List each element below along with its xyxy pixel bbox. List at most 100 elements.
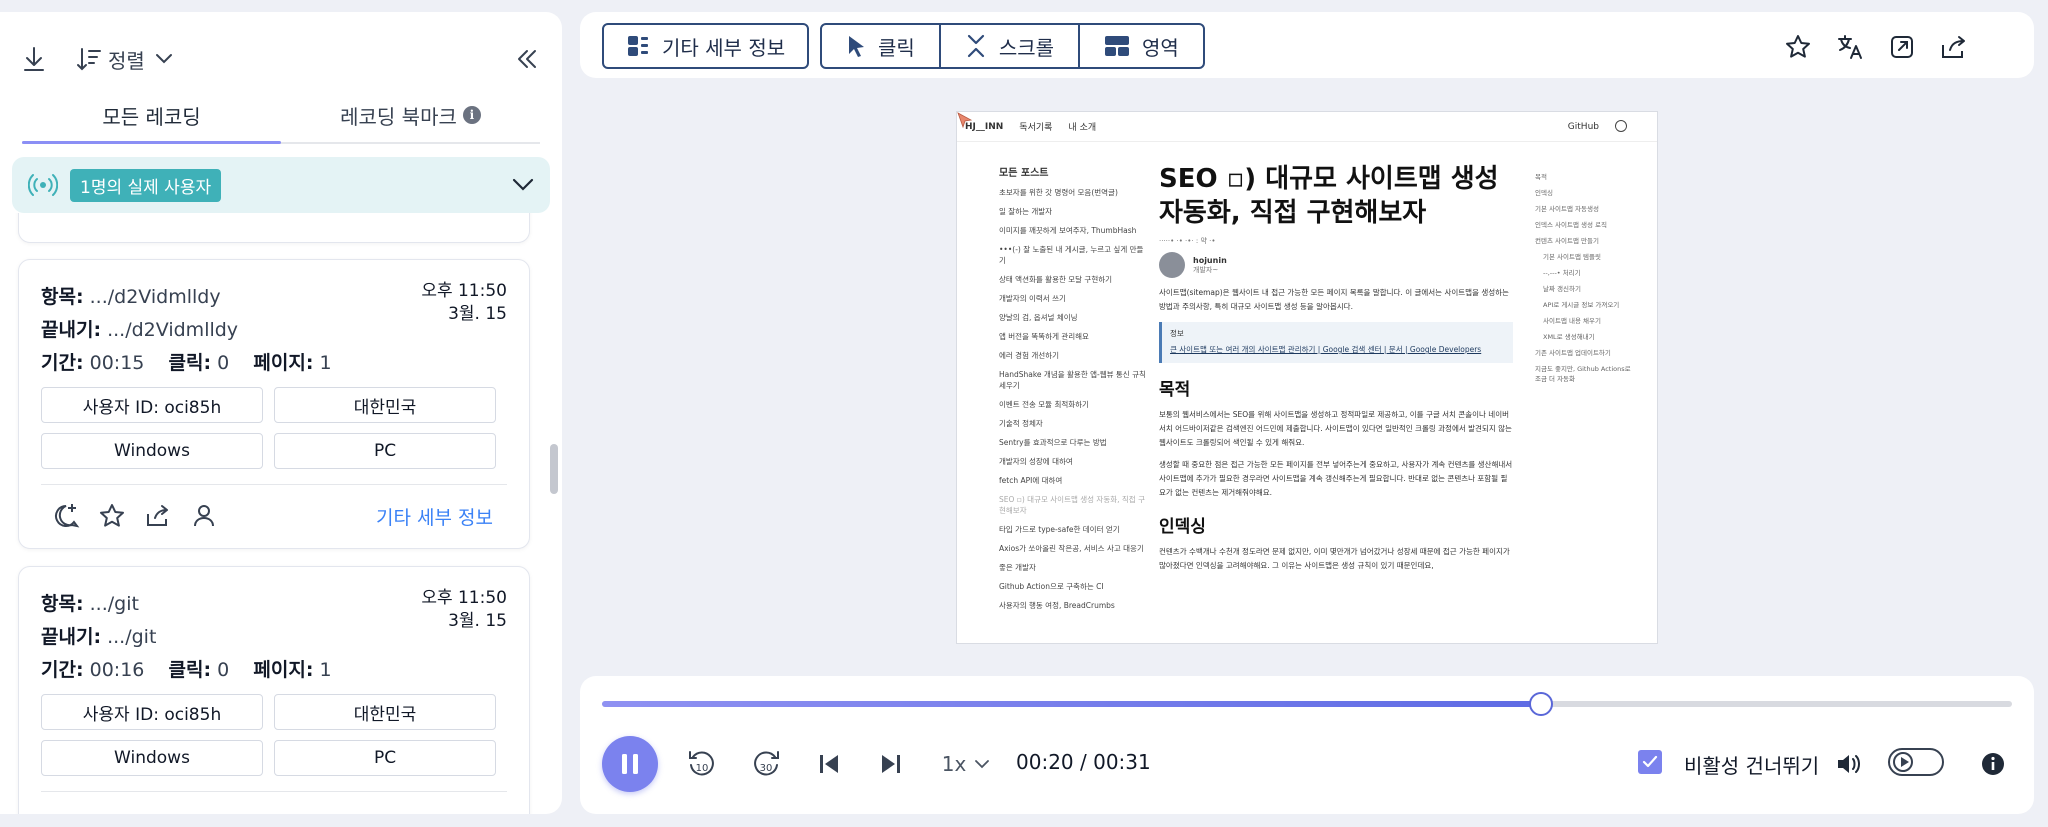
preview-post-item[interactable]: 양날의 검, 옵셔널 체이닝 [999, 312, 1149, 323]
star-icon[interactable] [1784, 33, 1812, 61]
preview-toc-item[interactable]: 지금도 좋지만, Github Actions로 조금 더 자동화 [1535, 364, 1635, 384]
volume-button[interactable] [1834, 748, 1864, 780]
preview-post-item[interactable]: 에러 경험 개선하기 [999, 350, 1149, 361]
preview-post-item[interactable]: 좋은 개발자 [999, 562, 1149, 573]
preview-post-item[interactable]: 이벤트 전송 모듈 최적화하기 [999, 399, 1149, 410]
entry-value: .../git [89, 593, 139, 615]
scroll-mode-button[interactable]: 스크롤 [938, 25, 1078, 67]
check-icon [1642, 755, 1658, 768]
user-id-chip[interactable]: 사용자 ID: oci85h [41, 387, 263, 423]
live-users-bar[interactable]: 1명의 실제 사용자 [12, 157, 550, 213]
rewind-10-button[interactable]: 10 [684, 748, 720, 780]
area-mode-button[interactable]: 영역 [1078, 25, 1203, 67]
recording-date: 3월. 15 [448, 611, 507, 631]
preview-toc-item[interactable]: 날짜 갱신하기 [1535, 284, 1635, 294]
preview-post-item[interactable]: 개발자의 이력서 쓰기 [999, 293, 1149, 304]
preview-post-item[interactable]: HandShake 개념을 활용한 앱-웹뷰 통신 규칙 세우기 [999, 369, 1149, 391]
preview-toc-item[interactable]: 목적 [1535, 172, 1635, 182]
preview-post-item[interactable]: 이미지를 깨끗하게 보여주자, ThumbHash [999, 225, 1149, 236]
os-chip[interactable]: Windows [41, 433, 263, 469]
device-chip[interactable]: PC [274, 433, 496, 469]
preview-post-item[interactable]: 기술적 정체자 [999, 418, 1149, 429]
collapse-panel-icon[interactable] [516, 44, 538, 74]
session-replay-viewport[interactable]: HJ__INN 독서기록 내 소개 GitHub 모든 포스트 초보자를 위한 … [956, 111, 1658, 644]
preview-info-link[interactable]: 큰 사이트맵 또는 여러 개의 사이트맵 관리하기 | Google 검색 센터… [1170, 343, 1505, 357]
preview-toc-item[interactable]: 사이트맵 내용 채우기 [1535, 316, 1635, 326]
user-icon[interactable] [189, 501, 219, 531]
os-chip[interactable]: Windows [41, 740, 263, 776]
share-icon[interactable] [1940, 33, 1968, 61]
open-external-icon[interactable] [1888, 33, 1916, 61]
star-icon[interactable] [97, 501, 127, 531]
forward-30-button[interactable]: 30 [748, 748, 784, 780]
country-chip[interactable]: 대한민국 [274, 387, 496, 423]
click-mode-button[interactable]: 클릭 [822, 25, 939, 67]
note-add-icon[interactable] [51, 501, 81, 531]
preview-toc-item[interactable]: --,---• 처리기 [1535, 268, 1635, 278]
progress-track[interactable] [602, 692, 2012, 716]
info-icon[interactable]: i [462, 106, 481, 124]
svg-text:30: 30 [760, 763, 773, 774]
recording-timestamp: 오후 11:50 3월. 15 [421, 587, 507, 633]
recordings-list[interactable]: 항목: .../d2Vidmlldy 끝내기: .../d2Vidmlldy 기… [0, 213, 562, 814]
preview-post-item[interactable]: Github Action으로 구축하는 CI [999, 581, 1149, 592]
preview-post-item[interactable]: Axios가 쏘아올린 작은공, 서비스 사고 대응기 [999, 543, 1149, 554]
theme-toggle-icon[interactable] [1615, 120, 1627, 132]
device-chip[interactable]: PC [274, 740, 496, 776]
pages-value: 1 [319, 659, 332, 681]
preview-toc-item[interactable]: 기존 사이트맵 업데이트하기 [1535, 348, 1635, 358]
preview-nav-about[interactable]: 내 소개 [1068, 120, 1096, 133]
other-details-button[interactable]: 기타 세부 정보 [602, 23, 810, 69]
recording-card[interactable]: 항목: .../git 끝내기: .../git 기간: 00:16 클릭: 0… [18, 566, 530, 814]
preview-nav-reading[interactable]: 독서기록 [1019, 120, 1052, 133]
preview-post-item[interactable]: 일 잘하는 개발자 [999, 206, 1149, 217]
replay-cursor-icon [957, 112, 973, 129]
other-details-label: 기타 세부 정보 [662, 35, 786, 60]
share-icon[interactable] [143, 501, 173, 531]
more-details-link[interactable]: 기타 세부 정보 [376, 503, 493, 530]
preview-navbar: HJ__INN 독서기록 내 소개 GitHub [957, 112, 1657, 142]
list-scrollbar[interactable] [550, 444, 558, 494]
preview-toc-item[interactable]: 인덱스 사이트맵 생성 로직 [1535, 220, 1635, 230]
preview-post-item[interactable]: 타입 가드로 type-safe한 데이터 얻기 [999, 524, 1149, 535]
preview-post-item[interactable]: Sentry를 효과적으로 다루는 방법 [999, 437, 1149, 448]
preview-toc-item[interactable]: 인덱싱 [1535, 188, 1635, 198]
speed-select[interactable]: 1x [938, 748, 994, 780]
next-button[interactable] [874, 748, 908, 780]
duration-value: 00:15 [89, 352, 145, 374]
preview-nav-github[interactable]: GitHub [1568, 122, 1599, 132]
preview-toc-item[interactable]: 기본 사이트맵 템플릿 [1535, 252, 1635, 262]
preview-post-item[interactable]: fetch API에 대하여 [999, 475, 1149, 486]
preview-toc-item[interactable]: API로 게시글 정보 가져오기 [1535, 300, 1635, 310]
preview-post-item[interactable]: 앱 버전을 똑똑하게 관리해요 [999, 331, 1149, 342]
recording-card[interactable] [18, 213, 530, 243]
preview-post-item[interactable]: 사용자의 행동 여정, BreadCrumbs [999, 600, 1149, 611]
svg-text:10: 10 [696, 763, 709, 774]
sort-button[interactable]: 정렬 [76, 44, 173, 74]
tab-all-recordings[interactable]: 모든 레코딩 [22, 88, 281, 144]
preview-post-item[interactable]: 개발자의 성장에 대하여 [999, 456, 1149, 467]
preview-toc-item[interactable]: XML로 생성해내기 [1535, 332, 1635, 342]
preview-post-item[interactable]: 초보자를 위한 갓 명령어 모음(번역글) [999, 187, 1149, 198]
duration-value: 00:16 [89, 659, 145, 681]
country-chip[interactable]: 대한민국 [274, 694, 496, 730]
preview-toc-item[interactable]: 기본 사이트맵 자동생성 [1535, 204, 1635, 214]
preview-post-item[interactable]: 상태 액션화를 활용한 모달 구현하기 [999, 274, 1149, 285]
stats-row: 기간: 00:16 클릭: 0 페이지: 1 [41, 655, 332, 682]
preview-post-item[interactable]: •••(-) 잘 노출된 내 게시글, 누르고 싶게 만들기 [999, 244, 1149, 266]
autoplay-toggle[interactable] [1888, 748, 1944, 776]
chevron-down-icon[interactable] [512, 178, 534, 192]
recording-card[interactable]: 항목: .../d2Vidmlldy 끝내기: .../d2Vidmlldy 기… [18, 259, 530, 549]
preview-post-item[interactable]: SEO ▫) 대규모 사이트맵 생성 자동화, 직접 구현해보자 [999, 494, 1149, 516]
previous-button[interactable] [812, 748, 846, 780]
info-icon[interactable] [1978, 748, 2008, 780]
tab-recording-bookmarks[interactable]: 레코딩 북마크 i [281, 88, 540, 142]
preview-toc-item[interactable]: 컨텐츠 사이트맵 만들기 [1535, 236, 1635, 246]
translate-icon[interactable] [1836, 33, 1864, 61]
skip-inactivity-checkbox[interactable] [1638, 750, 1662, 774]
user-id-chip[interactable]: 사용자 ID: oci85h [41, 694, 263, 730]
skip-next-icon [882, 755, 900, 773]
progress-handle[interactable] [1529, 692, 1554, 716]
download-icon[interactable] [22, 44, 46, 74]
pause-button[interactable] [602, 736, 658, 792]
